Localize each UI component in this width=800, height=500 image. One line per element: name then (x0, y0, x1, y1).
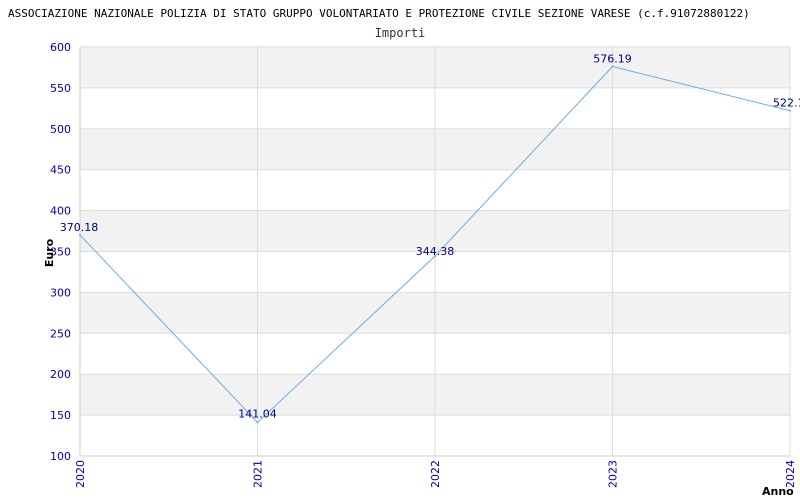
chart-title: ASSOCIAZIONE NAZIONALE POLIZIA DI STATO … (8, 7, 750, 20)
x-tick-label: 2024 (784, 460, 797, 488)
data-label: 344.38 (416, 245, 455, 258)
data-label: 576.19 (593, 52, 632, 65)
y-tick-label: 300 (50, 286, 71, 299)
data-point (256, 421, 259, 424)
data-point (789, 109, 791, 112)
x-tick-label: 2021 (252, 460, 265, 488)
chart-subtitle: Importi (375, 26, 426, 40)
x-tick-labels: 2020 2021 2022 2023 2024 (74, 460, 797, 488)
y-tick-label: 150 (50, 409, 71, 422)
y-tick-label: 550 (50, 82, 71, 95)
y-tick-label: 450 (50, 164, 71, 177)
y-tick-label: 600 (50, 41, 71, 54)
x-tick-label: 2023 (607, 460, 620, 488)
y-tick-label: 250 (50, 327, 71, 340)
y-tick-label: 200 (50, 368, 71, 381)
y-axis-label: Euro (43, 238, 56, 267)
data-label: 141.04 (238, 407, 277, 420)
y-tick-label: 400 (50, 205, 71, 218)
x-axis-label: Anno (762, 485, 794, 498)
y-tick-label: 100 (50, 450, 71, 463)
data-label: 370.18 (60, 221, 99, 234)
x-tick-label: 2022 (429, 460, 442, 488)
x-tick-label: 2020 (74, 460, 87, 488)
data-point (79, 233, 81, 236)
data-point (611, 65, 614, 68)
data-label: 522.1 (773, 97, 800, 110)
y-tick-label: 500 (50, 123, 71, 136)
line-chart: 100150200250300350400450500550600 2020 20… (8, 7, 800, 498)
